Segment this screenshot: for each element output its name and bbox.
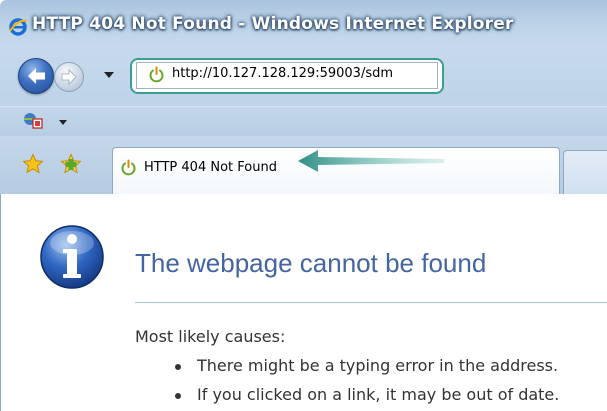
- chevron-down-icon[interactable]: [59, 120, 67, 125]
- address-text[interactable]: http://10.127.128.129:59003/sdm: [172, 66, 393, 81]
- forward-arrow-icon: [61, 69, 77, 85]
- divider: [135, 302, 607, 303]
- causes-heading: Most likely causes:: [135, 327, 286, 346]
- feeds-icon[interactable]: [22, 110, 44, 130]
- bullet-icon: [175, 364, 181, 370]
- back-button[interactable]: [18, 58, 54, 94]
- command-bar: [0, 106, 607, 137]
- list-item: If you clicked on a link, it may be out …: [197, 385, 560, 404]
- browser-window: HTTP 404 Not Found - Windows Internet Ex…: [0, 0, 607, 411]
- internet-explorer-icon: [9, 18, 28, 36]
- tab-label[interactable]: HTTP 404 Not Found: [144, 160, 277, 175]
- info-icon: [40, 225, 104, 289]
- star-icon[interactable]: [22, 153, 44, 175]
- window-title: HTTP 404 Not Found - Windows Internet Ex…: [32, 14, 514, 34]
- page-title: The webpage cannot be found: [135, 248, 487, 278]
- new-tab-button[interactable]: [563, 150, 607, 194]
- list-item: There might be a typing error in the add…: [197, 356, 559, 375]
- bullet-icon: [175, 393, 181, 399]
- annotation-arrow-icon: [298, 150, 444, 172]
- power-icon: [121, 159, 136, 176]
- chevron-down-icon[interactable]: [104, 72, 114, 78]
- power-icon: [149, 66, 164, 83]
- forward-button[interactable]: [54, 62, 84, 92]
- back-arrow-icon: [28, 68, 45, 84]
- add-favorite-icon[interactable]: [60, 153, 82, 175]
